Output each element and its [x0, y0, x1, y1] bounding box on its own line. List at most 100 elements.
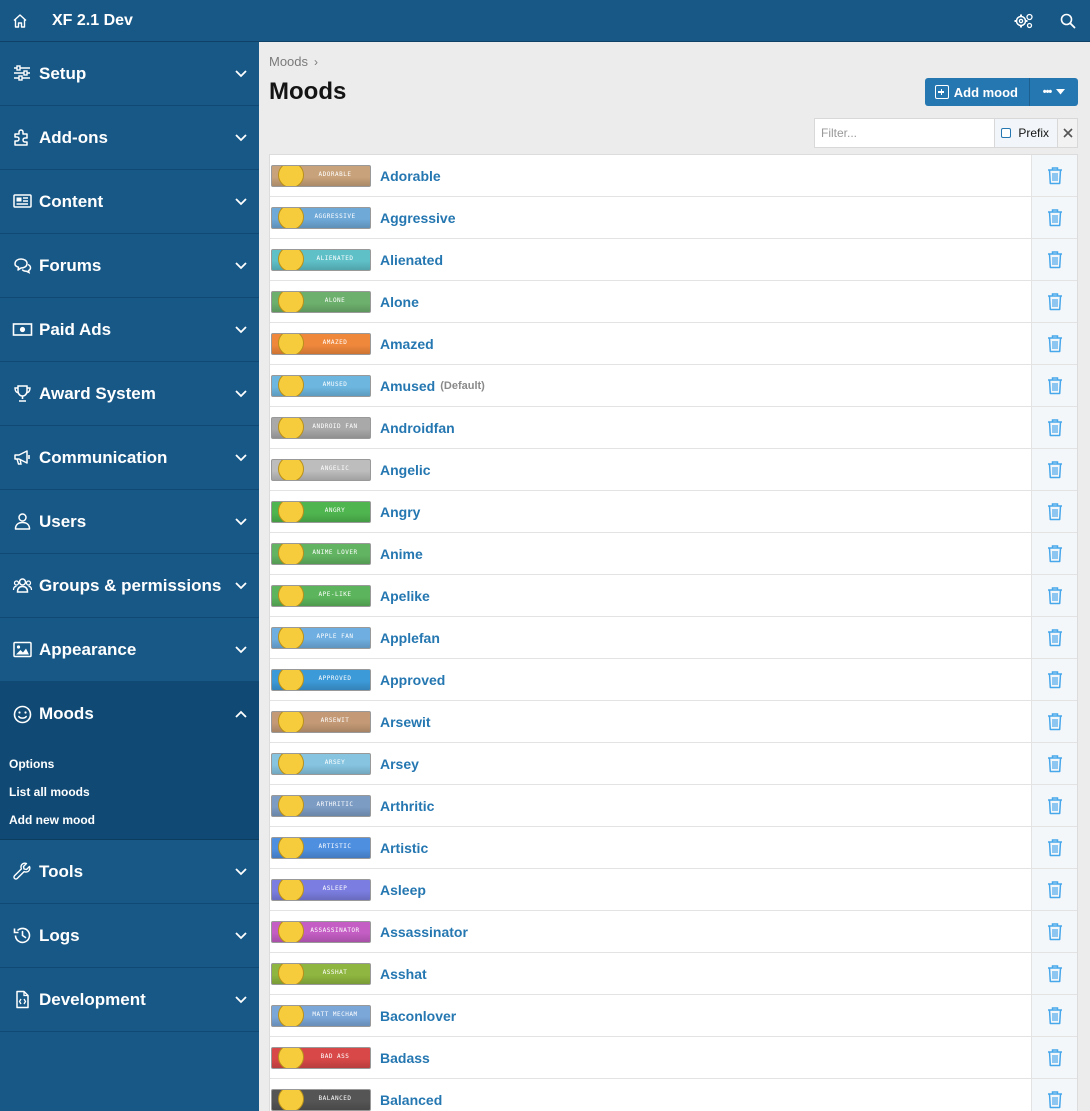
mood-badge-image[interactable]: ANIME LOVER — [271, 542, 371, 565]
breadcrumb-moods-link[interactable]: Moods — [269, 54, 308, 69]
sidebar-section-content[interactable]: Content — [0, 170, 259, 234]
add-mood-button[interactable]: Add mood — [924, 78, 1030, 106]
mood-name-link[interactable]: Asshat — [380, 966, 427, 982]
delete-mood-button[interactable] — [1031, 533, 1077, 574]
mood-badge-image[interactable]: ASSHAT — [271, 962, 371, 985]
mood-badge-image[interactable]: ARTISTIC — [271, 836, 371, 859]
delete-mood-button[interactable] — [1031, 1079, 1077, 1111]
filter-input[interactable] — [815, 119, 995, 147]
subnav-link[interactable]: Options — [0, 750, 259, 778]
delete-mood-button[interactable] — [1031, 785, 1077, 826]
mood-name-link[interactable]: Baconlover — [380, 1008, 456, 1024]
mood-name-link[interactable]: Asleep — [380, 882, 426, 898]
delete-mood-button[interactable] — [1031, 449, 1077, 490]
sidebar-section-groups-permissions[interactable]: Groups & permissions — [0, 554, 259, 618]
mood-badge-image[interactable]: ASSASSINATOR — [271, 920, 371, 943]
mood-name-link[interactable]: Applefan — [380, 630, 440, 646]
mood-badge-image[interactable]: ANGRY — [271, 500, 371, 523]
sidebar-section-tools[interactable]: Tools — [0, 840, 259, 904]
mood-name-link[interactable]: Adorable — [380, 168, 441, 184]
mood-name-link[interactable]: Aggressive — [380, 210, 455, 226]
sidebar-section-paid-ads[interactable]: Paid Ads — [0, 298, 259, 362]
mood-name-link[interactable]: Angelic — [380, 462, 431, 478]
search-icon[interactable] — [1046, 0, 1090, 42]
delete-mood-button[interactable] — [1031, 197, 1077, 238]
delete-mood-button[interactable] — [1031, 491, 1077, 532]
sidebar-section-forums[interactable]: Forums — [0, 234, 259, 298]
mood-name-link[interactable]: Apelike — [380, 588, 430, 604]
mood-name-link[interactable]: Alone — [380, 294, 419, 310]
home-icon[interactable] — [0, 0, 40, 42]
mood-badge-image[interactable]: AGGRESSIVE — [271, 206, 371, 229]
cogs-icon[interactable] — [1002, 0, 1046, 42]
mood-name-link[interactable]: Arsey — [380, 756, 419, 772]
mood-badge-image[interactable]: ARTHRITIC — [271, 794, 371, 817]
mood-badge-image[interactable]: BALANCED — [271, 1088, 371, 1111]
mood-badge-image[interactable]: ALIENATED — [271, 248, 371, 271]
mood-badge-image[interactable]: ARSEY — [271, 752, 371, 775]
subnav-link[interactable]: Add new mood — [0, 806, 259, 834]
mood-name-link[interactable]: Amazed — [380, 336, 434, 352]
mood-badge-image[interactable]: APE-LIKE — [271, 584, 371, 607]
sidebar-section-logs[interactable]: Logs — [0, 904, 259, 968]
sidebar-section-communication[interactable]: Communication — [0, 426, 259, 490]
delete-mood-button[interactable] — [1031, 743, 1077, 784]
delete-mood-button[interactable] — [1031, 617, 1077, 658]
delete-mood-button[interactable] — [1031, 953, 1077, 994]
close-icon — [1062, 128, 1073, 138]
mood-name-link[interactable]: Arthritic — [380, 798, 434, 814]
delete-mood-button[interactable] — [1031, 995, 1077, 1036]
mood-name-link[interactable]: Anime — [380, 546, 423, 562]
sidebar-section-add-ons[interactable]: Add-ons — [0, 106, 259, 170]
clear-filter-button[interactable] — [1057, 119, 1077, 147]
mood-name-link[interactable]: Amused — [380, 378, 435, 394]
mood-badge-image[interactable]: AMAZED — [271, 332, 371, 355]
mood-badge-image[interactable]: ADORABLE — [271, 164, 371, 187]
delete-mood-button[interactable] — [1031, 575, 1077, 616]
mood-name-link[interactable]: Alienated — [380, 252, 443, 268]
delete-mood-button[interactable] — [1031, 323, 1077, 364]
delete-mood-button[interactable] — [1031, 701, 1077, 742]
mood-badge-image[interactable]: MATT MECHAM — [271, 1004, 371, 1027]
delete-mood-button[interactable] — [1031, 827, 1077, 868]
mood-badge-image[interactable]: ALONE — [271, 290, 371, 313]
sidebar-section-appearance[interactable]: Appearance — [0, 618, 259, 682]
mood-badge-image[interactable]: APPROVED — [271, 668, 371, 691]
mood-name-link[interactable]: Approved — [380, 672, 445, 688]
delete-mood-button[interactable] — [1031, 239, 1077, 280]
sidebar-section-label: Setup — [39, 63, 87, 83]
mood-badge-image[interactable]: ASLEEP — [271, 878, 371, 901]
delete-mood-button[interactable] — [1031, 155, 1077, 196]
mood-badge-image[interactable]: ARSEWIT — [271, 710, 371, 733]
delete-mood-button[interactable] — [1031, 869, 1077, 910]
app-title[interactable]: XF 2.1 Dev — [52, 12, 133, 30]
more-options-button[interactable]: ••• — [1030, 78, 1078, 106]
delete-mood-button[interactable] — [1031, 281, 1077, 322]
delete-mood-button[interactable] — [1031, 1037, 1077, 1078]
mood-name-link[interactable]: Angry — [380, 504, 420, 520]
sidebar-section-setup[interactable]: Setup — [0, 42, 259, 106]
mood-name-link[interactable]: Badass — [380, 1050, 430, 1066]
sidebar-section-moods[interactable]: Moods — [0, 682, 259, 746]
prefix-checkbox[interactable]: Prefix — [994, 119, 1057, 147]
mood-name-link[interactable]: Arsewit — [380, 714, 431, 730]
mood-badge-image[interactable]: BAD ASS — [271, 1046, 371, 1069]
mood-name-link[interactable]: Assassinator — [380, 924, 468, 940]
delete-mood-button[interactable] — [1031, 407, 1077, 448]
chevron-down-icon — [233, 258, 249, 274]
top-header: XF 2.1 Dev — [0, 0, 1090, 42]
delete-mood-button[interactable] — [1031, 365, 1077, 406]
mood-name-link[interactable]: Artistic — [380, 840, 428, 856]
subnav-link[interactable]: List all moods — [0, 778, 259, 806]
delete-mood-button[interactable] — [1031, 659, 1077, 700]
mood-badge-image[interactable]: APPLE FAN — [271, 626, 371, 649]
sidebar-section-development[interactable]: Development — [0, 968, 259, 1032]
delete-mood-button[interactable] — [1031, 911, 1077, 952]
mood-name-link[interactable]: Androidfan — [380, 420, 455, 436]
mood-badge-image[interactable]: AMUSED — [271, 374, 371, 397]
mood-name-link[interactable]: Balanced — [380, 1092, 442, 1108]
sidebar-section-award-system[interactable]: Award System — [0, 362, 259, 426]
mood-badge-image[interactable]: ANGELIC — [271, 458, 371, 481]
mood-badge-image[interactable]: ANDROID FAN — [271, 416, 371, 439]
sidebar-section-users[interactable]: Users — [0, 490, 259, 554]
